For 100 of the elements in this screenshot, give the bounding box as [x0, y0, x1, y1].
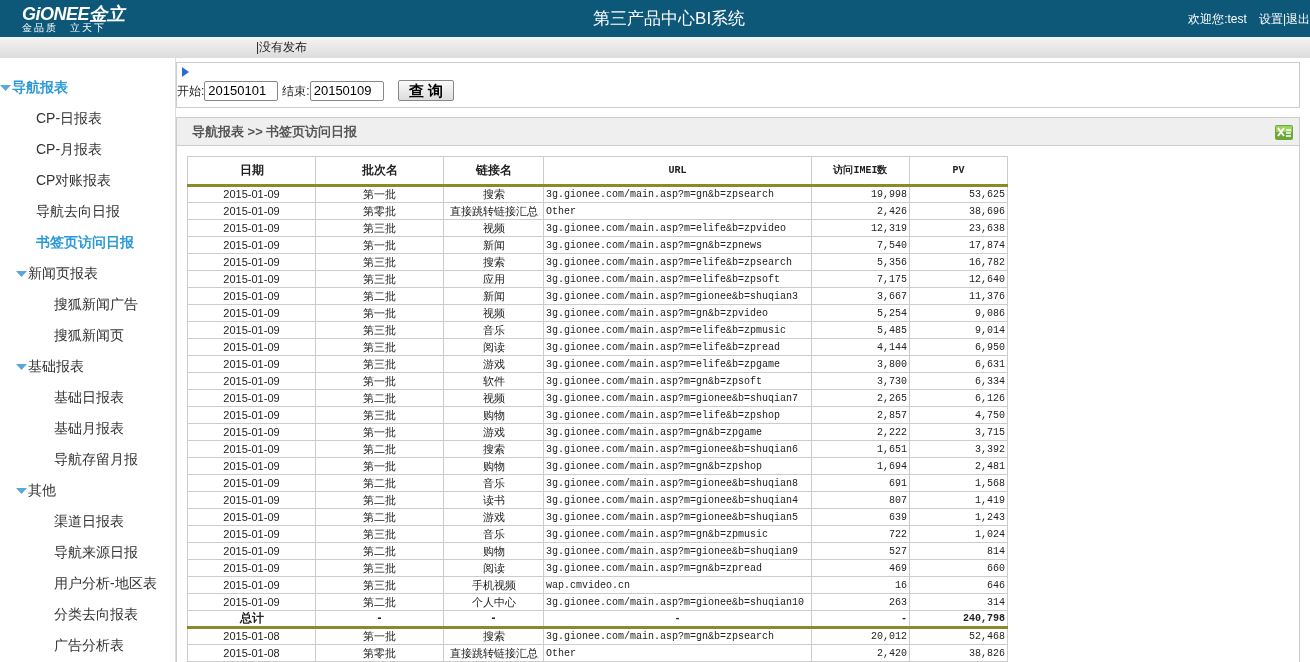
table-cell: 1,419 — [909, 491, 1008, 509]
table-cell: 9,086 — [909, 304, 1008, 322]
table-cell: 5,485 — [811, 321, 910, 339]
table-cell: 6,950 — [909, 338, 1008, 356]
caret-down-icon[interactable] — [0, 84, 11, 93]
table-cell: 第二批 — [315, 474, 444, 492]
table-cell: 2,222 — [811, 423, 910, 441]
end-date-field[interactable]: 20150109 — [309, 80, 384, 101]
caret-down-icon[interactable] — [16, 363, 27, 372]
table-cell: 5,356 — [811, 253, 910, 271]
start-date-field[interactable]: 20150101 — [204, 80, 279, 101]
table-cell: 3g.gionee.com/main.asp?m=gn&b=zpsearch — [543, 627, 812, 645]
table-cell: 5,254 — [811, 304, 910, 322]
table-cell: 2015-01-09 — [187, 423, 316, 441]
table-cell: 3g.gionee.com/main.asp?m=gn&b=zpvideo — [543, 304, 812, 322]
caret-down-icon[interactable] — [16, 270, 27, 279]
table-cell: 3g.gionee.com/main.asp?m=elife&b=zpvideo — [543, 219, 812, 237]
table-cell: 52,468 — [909, 627, 1008, 645]
table-cell: 第三批 — [315, 576, 444, 594]
welcome-text: 欢迎您:test — [1188, 10, 1247, 28]
table-cell: 6,126 — [909, 389, 1008, 407]
table-cell: 第一批 — [315, 423, 444, 441]
table-cell: 第一批 — [315, 304, 444, 322]
table-cell: 2015-01-09 — [187, 508, 316, 526]
tree-item[interactable]: 基础日报表 — [0, 382, 175, 413]
table-cell: - — [315, 610, 444, 628]
table-cell: 第二批 — [315, 389, 444, 407]
table-cell: 3g.gionee.com/main.asp?m=gn&b=zpmusic — [543, 525, 812, 543]
table-cell: 第一批 — [315, 236, 444, 254]
table-cell: 722 — [811, 525, 910, 543]
table-cell: 音乐 — [443, 525, 544, 543]
table-cell: 263 — [811, 593, 910, 611]
tree-group[interactable]: 其他 — [0, 475, 175, 506]
tree-item[interactable]: 导航去向日报 — [0, 196, 175, 227]
table-cell: 3g.gionee.com/main.asp?m=gn&b=zpnews — [543, 236, 812, 254]
table-cell: 第二批 — [315, 491, 444, 509]
expand-icon[interactable] — [182, 67, 189, 77]
table-cell: 3g.gionee.com/main.asp?m=gionee&b=shuqian5 — [543, 508, 812, 526]
tree-item[interactable]: 用户分析-地区表 — [0, 568, 175, 599]
table-cell: 3g.gionee.com/main.asp?m=gn&b=zpread — [543, 559, 812, 577]
tree-item[interactable]: 基础月报表 — [0, 413, 175, 444]
logo-slogan: 金品质 立天下 — [22, 22, 106, 33]
tree-item[interactable]: 广告分析表 — [0, 630, 175, 661]
table-cell: 3g.gionee.com/main.asp?m=gionee&b=shuqian7 — [543, 389, 812, 407]
table-cell: 2015-01-09 — [187, 474, 316, 492]
tree-group[interactable]: 基础报表 — [0, 351, 175, 382]
caret-down-icon[interactable] — [16, 487, 27, 496]
table-cell: 音乐 — [443, 321, 544, 339]
table-cell: 第零批 — [315, 202, 444, 220]
excel-export-icon[interactable] — [1275, 123, 1293, 140]
table-cell: 814 — [909, 542, 1008, 560]
table-cell: 6,631 — [909, 355, 1008, 373]
table-cell: 3g.gionee.com/main.asp?m=elife&b=zpread — [543, 338, 812, 356]
table-cell: - — [811, 610, 910, 628]
table-cell: 直接跳转链接汇总 — [443, 644, 544, 662]
tree-item[interactable]: 搜狐新闻广告 — [0, 289, 175, 320]
table-cell: 1,024 — [909, 525, 1008, 543]
table-cell: 2015-01-09 — [187, 406, 316, 424]
tree-item[interactable]: 导航存留月报 — [0, 444, 175, 475]
tree-item[interactable]: 搜狐新闻页 — [0, 320, 175, 351]
table-cell: 第二批 — [315, 440, 444, 458]
table-cell: 4,144 — [811, 338, 910, 356]
tree-item[interactable]: CP-日报表 — [0, 103, 175, 134]
table-cell: 游戏 — [443, 423, 544, 441]
table-cell: 807 — [811, 491, 910, 509]
table-cell: 2015-01-09 — [187, 593, 316, 611]
table-cell: 3g.gionee.com/main.asp?m=elife&b=zpmusic — [543, 321, 812, 339]
table-cell: 第二批 — [315, 508, 444, 526]
table-cell: 3g.gionee.com/main.asp?m=elife&b=zpsearch — [543, 253, 812, 271]
table-cell: 2,265 — [811, 389, 910, 407]
tree-item[interactable]: CP对账报表 — [0, 165, 175, 196]
table-cell: 第一批 — [315, 457, 444, 475]
table-cell: 3g.gionee.com/main.asp?m=elife&b=zpshop — [543, 406, 812, 424]
table-cell: 视频 — [443, 389, 544, 407]
table-cell: 3,392 — [909, 440, 1008, 458]
table-cell: 第二批 — [315, 542, 444, 560]
table-cell: 3g.gionee.com/main.asp?m=gionee&b=shuqian9 — [543, 542, 812, 560]
table-cell: 2,420 — [811, 644, 910, 662]
table-cell: 应用 — [443, 270, 544, 288]
table-cell: 新闻 — [443, 287, 544, 305]
tree-item[interactable]: 分类去向报表 — [0, 599, 175, 630]
tree-group[interactable]: 新闻页报表 — [0, 258, 175, 289]
table-cell: 第二批 — [315, 593, 444, 611]
table-cell: 1,243 — [909, 508, 1008, 526]
tree-item[interactable]: 导航来源日报 — [0, 537, 175, 568]
table-cell: 2015-01-09 — [187, 219, 316, 237]
table-cell: 第一批 — [315, 372, 444, 390]
settings-logout-link[interactable]: 设置|退出 — [1258, 9, 1310, 28]
table-cell: 第三批 — [315, 559, 444, 577]
tree-item[interactable]: 渠道日报表 — [0, 506, 175, 537]
table-cell: 16,782 — [909, 253, 1008, 271]
query-button[interactable]: 查 询 — [397, 80, 454, 101]
table-cell: - — [443, 610, 544, 628]
table-cell: 第三批 — [315, 321, 444, 339]
table-cell: 1,651 — [811, 440, 910, 458]
table-cell: 游戏 — [443, 508, 544, 526]
column-header: PV — [909, 156, 1008, 186]
table-cell: 3,667 — [811, 287, 910, 305]
table-cell: 阅读 — [443, 559, 544, 577]
tree-item[interactable]: CP-月报表 — [0, 134, 175, 165]
